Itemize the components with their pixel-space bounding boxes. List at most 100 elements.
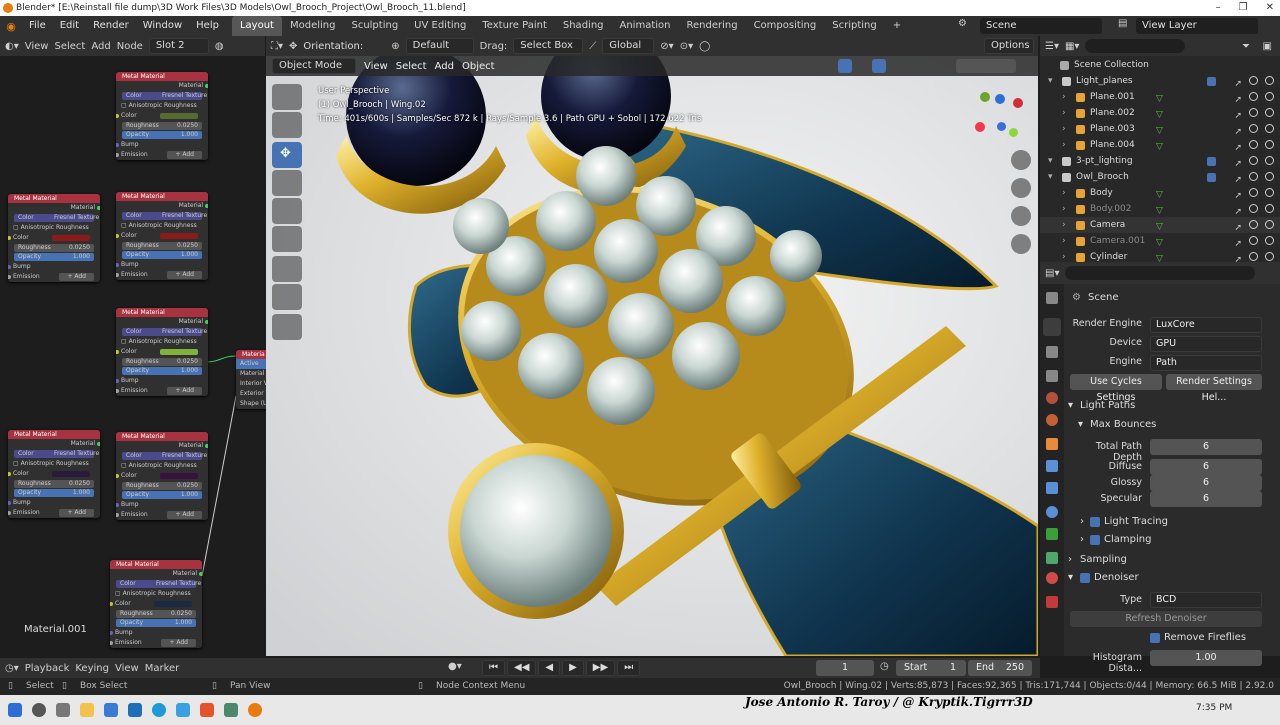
collection-checkbox[interactable] — [1207, 77, 1216, 86]
timeline-menu-view[interactable]: View — [115, 663, 139, 674]
eye-icon[interactable] — [1249, 156, 1258, 165]
editor-type-icon[interactable]: ◐▾ — [5, 41, 19, 52]
expand-chevron-icon[interactable]: ▾ — [1048, 73, 1053, 89]
eye-icon[interactable] — [1249, 188, 1258, 197]
outliner-row[interactable]: ▾ Owl_Brooch ➚ — [1040, 169, 1280, 185]
expand-chevron-icon[interactable]: › — [1062, 89, 1066, 105]
node-aniso-row[interactable]: ▢ Anisotropic Roughness — [116, 221, 208, 231]
node-color-row[interactable]: Color — [116, 111, 208, 121]
node-color-row[interactable]: Color — [110, 599, 202, 609]
metal-material-node[interactable]: Metal Material Material Color Fresnel Textu… — [116, 72, 208, 160]
render-camera-icon[interactable] — [1265, 156, 1274, 165]
texture-tab-icon[interactable] — [1046, 596, 1058, 608]
tab-shading[interactable]: Shading — [555, 16, 612, 36]
eye-icon[interactable] — [1249, 252, 1258, 261]
neg-y-axis-icon[interactable] — [1009, 128, 1018, 137]
overlay-toggle-icon[interactable] — [872, 59, 886, 73]
brave-icon[interactable] — [200, 703, 214, 717]
end-frame-field[interactable]: End 250 — [968, 660, 1032, 676]
shading-mode-buttons[interactable] — [956, 59, 1016, 73]
render-camera-icon[interactable] — [1265, 140, 1274, 149]
expand-chevron-icon[interactable]: › — [1062, 201, 1066, 217]
node-roughness-field[interactable]: Roughness 0.0250 — [122, 242, 202, 250]
node-menu-view[interactable]: View — [25, 41, 49, 52]
start-icon[interactable] — [8, 703, 22, 717]
clock-icon[interactable]: ◷ — [880, 661, 889, 672]
tab-animation[interactable]: Animation — [612, 16, 679, 36]
expand-chevron-icon[interactable]: › — [1062, 185, 1066, 201]
collection-checkbox[interactable] — [1207, 157, 1216, 166]
material-tab-icon[interactable] — [1046, 572, 1058, 584]
modifier-tab-icon[interactable] — [1046, 460, 1058, 472]
navigation-gizmo[interactable] — [975, 92, 1025, 142]
tab-modeling[interactable]: Modeling — [282, 16, 344, 36]
jump-end-icon[interactable]: ⏭ — [617, 660, 641, 676]
render-camera-icon[interactable] — [1265, 188, 1274, 197]
node-color-input[interactable]: Color Fresnel Texture — [122, 212, 207, 220]
pivot-icon[interactable]: ⊘▾ — [660, 41, 673, 52]
outliner-row[interactable]: › Plane.003 ▽ ➚ — [1040, 121, 1280, 137]
expand-chevron-icon[interactable]: › — [1062, 105, 1066, 121]
denoiser-chevron-icon[interactable]: ▾ — [1068, 572, 1073, 583]
color-swatch[interactable] — [154, 601, 192, 607]
filter-icon[interactable]: ⏷ — [1242, 41, 1250, 52]
node-opacity-field[interactable]: Opacity 1.000 — [122, 131, 202, 139]
color-swatch[interactable] — [160, 473, 198, 479]
outliner-row[interactable]: › Body.002 ▽ ➚ — [1040, 201, 1280, 217]
node-opacity-field[interactable]: Opacity 1.000 — [14, 489, 94, 497]
minimize-button[interactable]: – — [1216, 0, 1221, 16]
node-color-input[interactable]: Color Fresnel Texture — [122, 92, 207, 100]
histogram-distance-field[interactable]: 1.00 — [1150, 650, 1262, 666]
node-roughness-field[interactable]: Roughness 0.0250 — [122, 358, 202, 366]
physics-tab-icon[interactable] — [1046, 506, 1058, 518]
pan-hand-icon[interactable] — [1011, 178, 1031, 198]
view-layer-selector[interactable]: View Layer — [1136, 18, 1258, 34]
move-tool-icon[interactable]: ✥ — [289, 41, 297, 52]
store-icon[interactable] — [104, 703, 118, 717]
close-button[interactable]: ✕ — [1266, 0, 1274, 16]
eye-icon[interactable] — [1249, 220, 1258, 229]
render-camera-icon[interactable] — [1265, 220, 1274, 229]
metal-material-node[interactable]: Metal Material Material Color Fresnel Textu… — [116, 308, 208, 396]
file-explorer-icon[interactable] — [80, 703, 94, 717]
ortho-grid-icon[interactable] — [1011, 234, 1031, 254]
annotate-tool-button[interactable] — [272, 256, 302, 282]
sampling-chevron-icon[interactable]: › — [1068, 554, 1072, 565]
color-swatch[interactable] — [52, 235, 90, 241]
light-tracing-chevron-icon[interactable]: › — [1080, 516, 1084, 527]
eye-icon[interactable] — [1249, 236, 1258, 245]
timeline-editor-icon[interactable]: ◷▾ — [5, 663, 19, 674]
scene-selector[interactable]: Scene — [980, 18, 1102, 34]
tool-tab-icon[interactable] — [1046, 292, 1058, 304]
transform-tool-button[interactable] — [272, 226, 302, 252]
y-axis-icon[interactable] — [980, 92, 990, 102]
node-color-row[interactable]: Color — [116, 231, 208, 241]
node-color-row[interactable]: Color — [8, 469, 100, 479]
properties-editor-icon[interactable]: ▤▾ — [1045, 268, 1059, 279]
remove-fireflies-checkbox[interactable] — [1150, 633, 1160, 643]
menu-window[interactable]: Window — [136, 16, 189, 36]
collection-checkbox[interactable] — [1207, 173, 1216, 182]
play-icon[interactable]: ▶ — [562, 660, 584, 676]
render-camera-icon[interactable] — [1265, 92, 1274, 101]
node-color-input[interactable]: Color Fresnel Texture — [14, 450, 99, 458]
outliner-editor-icon[interactable]: ☰▾ — [1045, 41, 1059, 52]
color-swatch[interactable] — [160, 113, 198, 119]
node-opacity-field[interactable]: Opacity 1.000 — [116, 619, 196, 627]
blender-taskbar-icon[interactable] — [248, 703, 262, 717]
tab-layout[interactable]: Layout — [231, 16, 282, 36]
render-tab-icon[interactable] — [1043, 318, 1061, 336]
node-aniso-row[interactable]: ▢ Anisotropic Roughness — [8, 223, 100, 233]
node-roughness-field[interactable]: Roughness 0.0250 — [122, 482, 202, 490]
max-bounces-chevron-icon[interactable]: ▾ — [1078, 419, 1083, 430]
outliner-search-input[interactable] — [1085, 39, 1186, 53]
node-aniso-row[interactable]: ▢ Anisotropic Roughness — [116, 337, 208, 347]
zoom-icon[interactable] — [1011, 150, 1031, 170]
use-cycles-settings-button[interactable]: Use Cycles Settings — [1070, 374, 1162, 403]
expand-chevron-icon[interactable]: › — [1062, 137, 1066, 153]
move-tool-button[interactable]: ✥ — [272, 142, 302, 168]
select-tool-button[interactable] — [272, 84, 302, 110]
view-layer-tab-icon[interactable] — [1046, 370, 1058, 382]
tab-compositing[interactable]: Compositing — [746, 16, 825, 36]
timeline-menu-marker[interactable]: Marker — [145, 663, 180, 674]
